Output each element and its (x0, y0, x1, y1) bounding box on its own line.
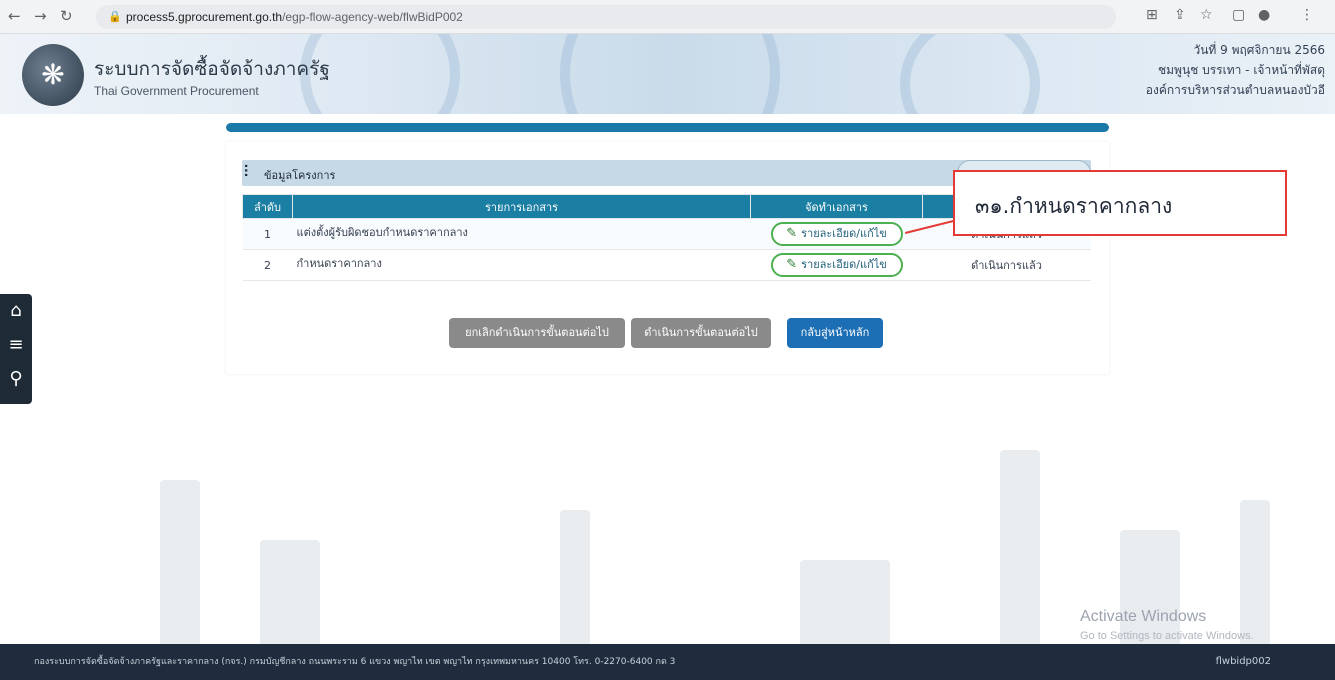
activate-windows-sub: Go to Settings to activate Windows. (1080, 630, 1254, 642)
step-progress-bar (226, 123, 1109, 132)
system-subtitle: Thai Government Procurement (94, 84, 259, 98)
header-date: วันที่ 9 พฤศจิกายน 2566 (1193, 43, 1325, 57)
row-no: 2 (242, 249, 293, 281)
garuda-logo-icon: ❋ (22, 44, 84, 106)
back-icon[interactable]: ← (8, 7, 21, 25)
hamburger-menu-icon[interactable]: ≡ (0, 328, 32, 362)
system-title: ระบบการจัดซื้อจัดจ้างภาครัฐ (94, 58, 330, 80)
edit-label: รายละเอียด/แก้ไข (801, 227, 887, 240)
next-step-button[interactable]: ดำเนินการขั้นตอนต่อไป (631, 318, 771, 348)
sidepanel-icon[interactable]: ▢ (1232, 7, 1245, 23)
row-document: กำหนดราคากลาง (292, 249, 751, 281)
page-footer: กองระบบการจัดซื้อจัดจ้างภาครัฐและราคากลา… (0, 644, 1335, 680)
menu-kebab-icon[interactable]: ⋮ (1300, 7, 1314, 23)
footer-address: กองระบบการจัดซื้อจัดจ้างภาครัฐและราคากลา… (34, 657, 676, 667)
row-status: ดำเนินการแล้ว (922, 249, 1091, 281)
url-path: /egp-flow-agency-web/flwBidP002 (282, 10, 463, 24)
back-to-home-button[interactable]: กลับสู่หน้าหลัก (787, 318, 883, 348)
edit-label: รายละเอียด/แก้ไข (801, 258, 887, 271)
cancel-next-step-button[interactable]: ยกเลิกดำเนินการขั้นตอนต่อไป (449, 318, 625, 348)
forward-icon[interactable]: → (34, 7, 47, 25)
row-no: 1 (242, 218, 293, 250)
search-icon[interactable]: ⚲ (0, 362, 32, 396)
header-org: องค์การบริหารส่วนตำบลหนองบัวอี (1145, 83, 1325, 97)
col-action: จัดทำเอกสาร (750, 194, 923, 219)
footer-page-code: flwbidp002 (1215, 656, 1271, 667)
header-banner: ❋ ระบบการจัดซื้อจัดจ้างภาครัฐ Thai Gover… (0, 34, 1335, 114)
progress-fill (226, 123, 1109, 132)
sliders-icon: ⫶ (244, 162, 249, 181)
edit-details-button[interactable]: ✎ รายละเอียด/แก้ไข (770, 222, 903, 246)
col-document: รายการเอกสาร (292, 194, 751, 219)
browser-toolbar: ← → ↻ 🔒 process5.gprocurement.go.th/egp-… (0, 0, 1335, 34)
bookmark-star-icon[interactable]: ☆ (1200, 7, 1213, 23)
home-icon[interactable]: ⌂ (0, 294, 32, 328)
col-no: ลำดับ (242, 194, 293, 219)
row-document: แต่งตั้งผู้รับผิดชอบกำหนดราคากลาง (292, 218, 751, 250)
floating-sidebar: ⌂ ≡ ⚲ (0, 294, 32, 404)
activate-windows-title: Activate Windows (1080, 608, 1207, 625)
panel-title: ข้อมูลโครงการ (264, 169, 336, 182)
lock-icon: 🔒 (108, 11, 122, 23)
table-row: 2 กำหนดราคากลาง ✎ รายละเอียด/แก้ไข ดำเนิน… (242, 249, 1091, 281)
address-bar[interactable]: 🔒 process5.gprocurement.go.th/egp-flow-a… (96, 5, 1116, 29)
header-user: ชมพูนุช บรรเทา - เจ้าหน้าที่พัสดุ (1157, 63, 1325, 77)
header-user-info: วันที่ 9 พฤศจิกายน 2566 ชมพูนุช บรรเทา -… (1146, 40, 1325, 100)
callout-text: ๓๑.กำหนดราคากลาง (975, 194, 1173, 218)
profile-icon[interactable]: ● (1258, 7, 1270, 23)
annotation-callout: ๓๑.กำหนดราคากลาง (953, 170, 1287, 236)
share-icon[interactable]: ⇪ (1174, 7, 1186, 23)
url-host: process5.gprocurement.go.th (126, 10, 283, 24)
reload-icon[interactable]: ↻ (60, 7, 73, 25)
edit-icon: ✎ (786, 257, 798, 272)
edit-icon: ✎ (786, 226, 798, 241)
translate-icon[interactable]: ⊞ (1146, 7, 1158, 23)
edit-details-button[interactable]: ✎ รายละเอียด/แก้ไข (770, 253, 903, 277)
